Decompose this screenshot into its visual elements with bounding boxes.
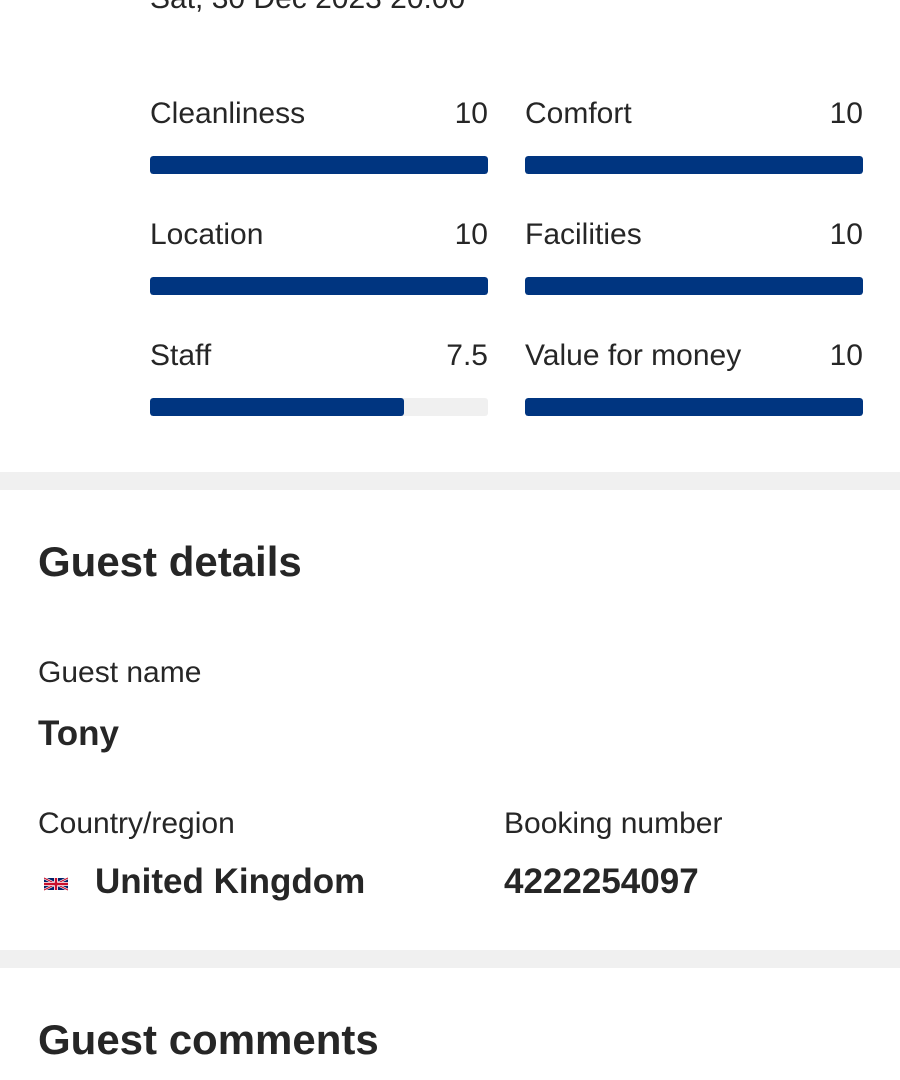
score-bar-fill <box>150 156 488 174</box>
score-facilities: Facilities 10 <box>525 215 863 336</box>
score-value: 10 <box>829 97 863 130</box>
country-value: United Kingdom <box>95 862 366 901</box>
score-comfort: Comfort 10 <box>525 94 863 215</box>
score-value: 10 <box>454 218 488 251</box>
score-label: Cleanliness <box>150 97 306 130</box>
score-value: 10 <box>829 218 863 251</box>
country-label: Country/region <box>38 807 235 840</box>
score-bar <box>525 277 863 295</box>
score-value: 10 <box>454 97 488 130</box>
score-bar <box>525 156 863 174</box>
score-bar-fill <box>525 277 863 295</box>
guest-comments-title: Guest comments <box>38 1016 379 1063</box>
score-bar <box>150 398 488 416</box>
score-label: Comfort <box>525 97 632 130</box>
score-value-for-money: Value for money 10 <box>525 336 863 457</box>
score-breakdown: Cleanliness 10 Comfort 10 Location 10 Fa… <box>150 94 863 457</box>
score-bar <box>150 277 488 295</box>
score-staff: Staff 7.5 <box>150 336 488 457</box>
score-value: 7.5 <box>446 339 488 372</box>
score-cleanliness: Cleanliness 10 <box>150 94 488 215</box>
section-divider <box>0 950 900 968</box>
guest-name-value: Tony <box>38 714 120 753</box>
guest-name-label: Guest name <box>38 656 202 689</box>
section-divider <box>0 472 900 490</box>
score-bar-fill <box>150 277 488 295</box>
guest-details-title: Guest details <box>38 538 302 585</box>
score-label: Staff <box>150 339 212 372</box>
score-value: 10 <box>829 339 863 372</box>
score-bar-fill <box>150 398 404 416</box>
score-bar <box>150 156 488 174</box>
score-bar <box>525 398 863 416</box>
uk-flag-icon <box>44 876 68 892</box>
score-bar-fill <box>525 398 863 416</box>
score-label: Location <box>150 218 264 251</box>
score-label: Value for money <box>525 339 742 372</box>
score-bar-fill <box>525 156 863 174</box>
review-date: Sat, 30 Dec 2023 20:00 <box>150 0 465 16</box>
score-label: Facilities <box>525 218 642 251</box>
score-location: Location 10 <box>150 215 488 336</box>
booking-number-value[interactable]: 4222254097 <box>504 862 699 902</box>
booking-number-label: Booking number <box>504 807 723 840</box>
review-detail-page: Sat, 30 Dec 2023 20:00 Cleanliness 10 Co… <box>0 0 900 1080</box>
